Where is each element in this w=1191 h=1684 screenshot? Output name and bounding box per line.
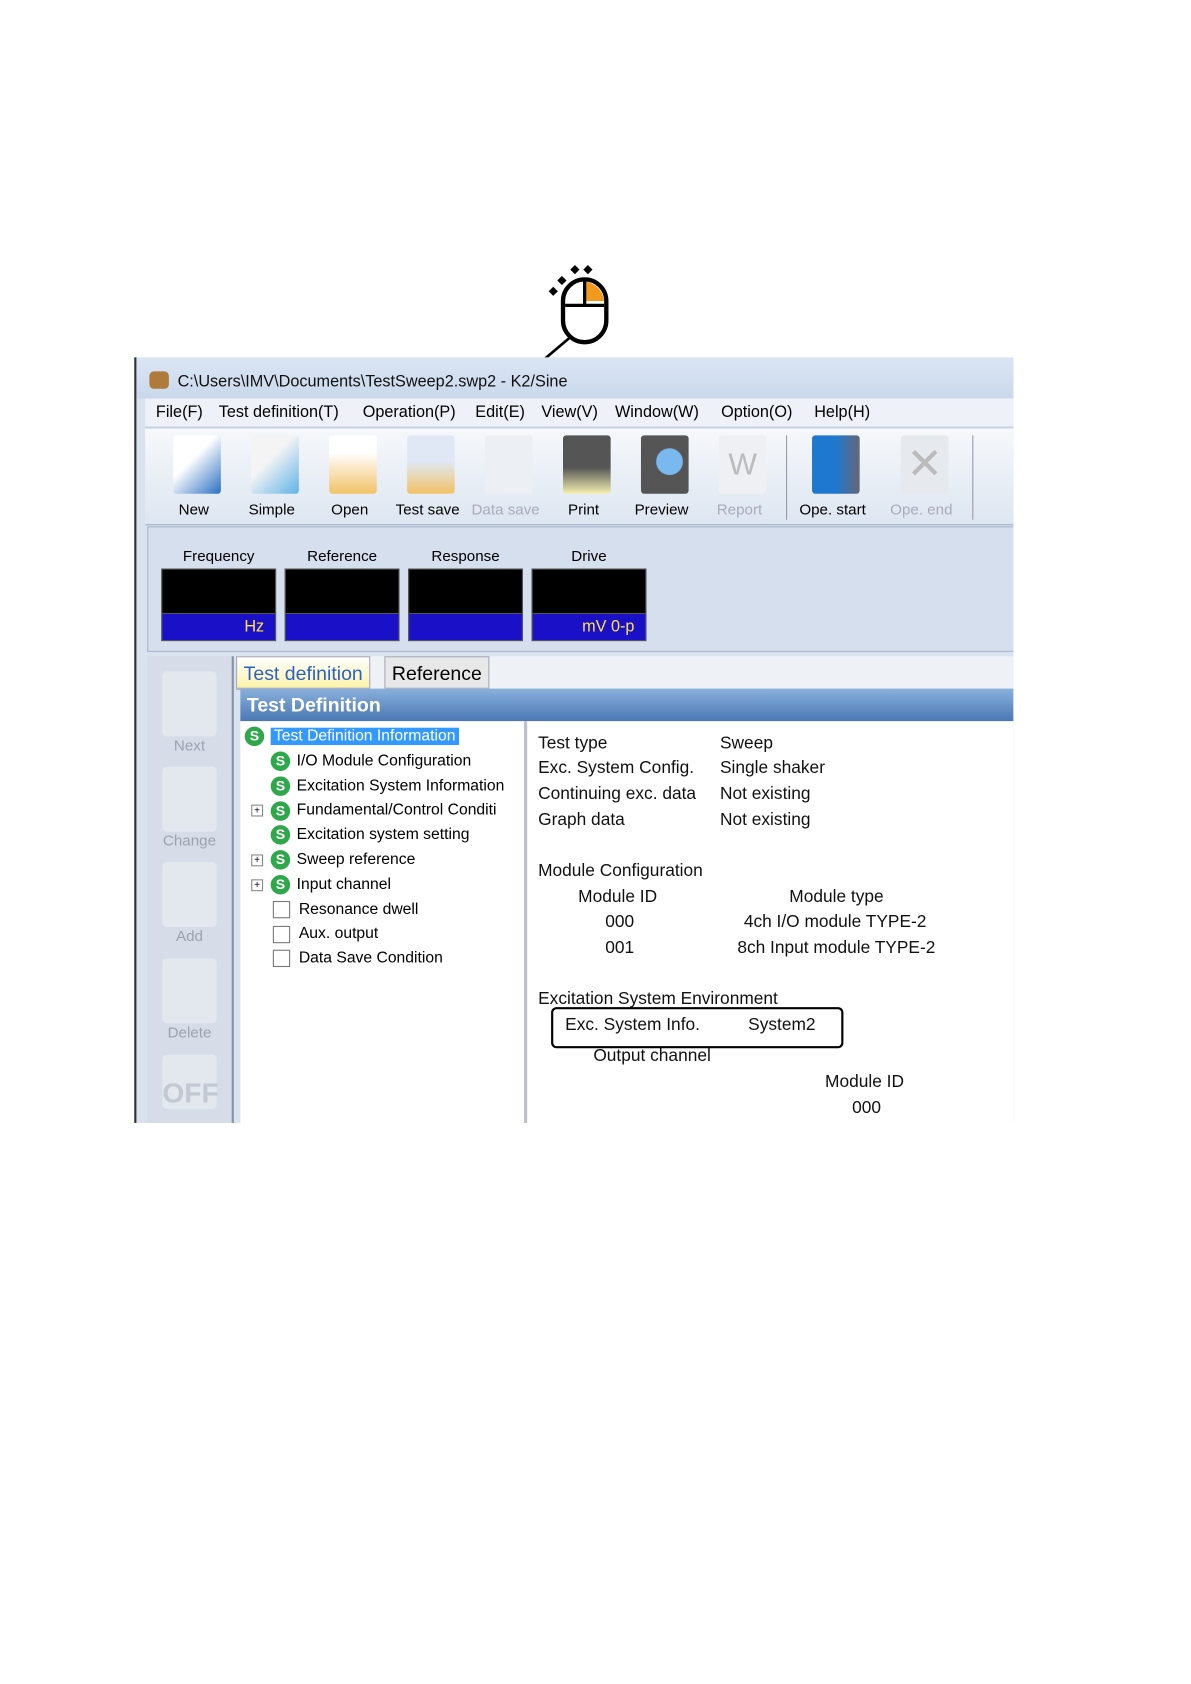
meter-display bbox=[408, 568, 523, 615]
status-ok-icon: S bbox=[270, 850, 291, 870]
meter-frequency: Frequency Hz bbox=[161, 527, 277, 642]
next-button[interactable]: Next bbox=[147, 671, 231, 754]
menu-test-definition[interactable]: Test definition(T) bbox=[219, 403, 339, 421]
definition-tree: S Test Definition Information S I/O Module … bbox=[240, 721, 528, 1123]
menu-view[interactable]: View(V) bbox=[541, 403, 598, 421]
down-arrow-icon bbox=[162, 671, 217, 737]
meter-display bbox=[531, 568, 647, 615]
tree-item-label: Input channel bbox=[296, 875, 391, 894]
plus-icon bbox=[162, 861, 217, 927]
menu-option[interactable]: Option(O) bbox=[721, 403, 792, 421]
change-button[interactable]: Change bbox=[147, 766, 231, 849]
simple-document-icon bbox=[251, 435, 299, 494]
app-icon bbox=[149, 371, 169, 389]
tree-item[interactable]: Aux. output bbox=[271, 922, 379, 946]
tree-item-label: I/O Module Configuration bbox=[296, 752, 472, 770]
add-button[interactable]: Add bbox=[147, 861, 231, 944]
printer-icon bbox=[563, 435, 611, 494]
checkbox-icon bbox=[272, 900, 291, 919]
tab-reference[interactable]: Reference bbox=[384, 656, 490, 689]
print-button[interactable]: Print bbox=[546, 433, 622, 522]
tab-bar: Test definition Reference bbox=[236, 656, 1014, 690]
open-folder-icon bbox=[329, 435, 377, 494]
checkbox-icon bbox=[272, 925, 291, 943]
tree-item[interactable]: S Test Definition Information bbox=[244, 724, 459, 748]
meter-panel: Frequency Hz Reference Response Drive mV 0… bbox=[147, 526, 1014, 652]
data-save-icon bbox=[485, 435, 533, 494]
word-report-icon: W bbox=[718, 435, 767, 494]
new-document-icon bbox=[173, 435, 221, 494]
tree-item-label: Sweep reference bbox=[296, 851, 416, 869]
tree-item-label: Aux. output bbox=[298, 925, 379, 943]
delete-x-icon bbox=[162, 958, 217, 1024]
meter-display bbox=[284, 568, 400, 615]
status-ok-icon: S bbox=[270, 800, 291, 821]
status-ok-icon: S bbox=[270, 874, 291, 895]
meter-display bbox=[161, 568, 277, 615]
tree-item[interactable]: Resonance dwell bbox=[271, 897, 419, 921]
new-button[interactable]: New bbox=[156, 433, 232, 522]
menu-operation[interactable]: Operation(P) bbox=[363, 403, 456, 421]
tree-item-label: Data Save Condition bbox=[298, 949, 443, 968]
menu-file[interactable]: File(F) bbox=[156, 403, 203, 421]
section-header: Test Definition bbox=[240, 688, 1014, 722]
menu-bar: File(F) Test definition(T) Operation(P) … bbox=[145, 398, 1014, 428]
test-save-button[interactable]: Test save bbox=[390, 433, 466, 522]
pencil-icon bbox=[162, 766, 217, 832]
data-save-button[interactable]: Data save bbox=[468, 433, 544, 522]
operation-start-button[interactable]: Ope. start bbox=[795, 433, 871, 522]
toolbar-separator bbox=[972, 435, 974, 520]
meter-drive: Drive mV 0-p bbox=[531, 527, 647, 642]
operation-end-button[interactable]: ✕ Ope. end bbox=[883, 433, 959, 522]
preview-icon bbox=[640, 435, 689, 494]
tree-item[interactable]: Data Save Condition bbox=[271, 947, 443, 971]
preview-button[interactable]: Preview bbox=[624, 433, 700, 522]
open-button[interactable]: Open bbox=[312, 433, 388, 522]
meter-reference: Reference bbox=[284, 527, 400, 642]
tree-item-label: Fundamental/Control Conditi bbox=[296, 801, 497, 820]
tree-item-label: Excitation system setting bbox=[296, 826, 470, 844]
toolbar-separator bbox=[786, 435, 788, 520]
report-button[interactable]: W Report bbox=[702, 433, 778, 522]
toolbar: New Simple Open Test save Data save Prin… bbox=[145, 428, 1014, 526]
title-bar: C:\Users\IMV\Documents\TestSweep2.swp2 -… bbox=[136, 357, 1014, 399]
tree-item-label: Resonance dwell bbox=[298, 900, 419, 918]
tree-item[interactable]: S I/O Module Configuration bbox=[270, 749, 472, 773]
operation-end-icon: ✕ bbox=[900, 435, 949, 494]
app-window: C:\Users\IMV\Documents\TestSweep2.swp2 -… bbox=[134, 357, 1014, 1123]
menu-edit[interactable]: Edit(E) bbox=[475, 403, 525, 421]
tree-item[interactable]: S Excitation system setting bbox=[270, 823, 470, 847]
menu-window[interactable]: Window(W) bbox=[615, 403, 699, 421]
tree-item[interactable]: + S Sweep reference bbox=[251, 848, 416, 872]
tree-item[interactable]: + S Fundamental/Control Conditi bbox=[251, 799, 497, 823]
status-ok-icon: S bbox=[270, 825, 291, 846]
test-save-icon bbox=[407, 435, 455, 494]
tree-item-label: Test Definition Information bbox=[270, 727, 459, 746]
status-ok-icon: S bbox=[270, 776, 291, 796]
side-toolbar: Next Change Add Delete OFF bbox=[147, 656, 234, 1123]
tree-item[interactable]: S Excitation System Information bbox=[270, 774, 505, 798]
operation-start-icon bbox=[812, 435, 860, 494]
expand-icon[interactable]: + bbox=[251, 805, 264, 817]
checkbox-icon bbox=[272, 950, 291, 968]
tab-test-definition[interactable]: Test definition bbox=[236, 656, 371, 689]
detail-panel: Test type Sweep Exc. System Config. Sing… bbox=[527, 721, 1014, 1123]
status-ok-icon: S bbox=[270, 751, 291, 771]
delete-button[interactable]: Delete bbox=[147, 958, 231, 1041]
simple-button[interactable]: Simple bbox=[234, 433, 310, 522]
off-icon: OFF bbox=[162, 1054, 219, 1109]
tree-item-label: Excitation System Information bbox=[296, 777, 505, 795]
off-button[interactable]: OFF bbox=[147, 1054, 231, 1109]
menu-help[interactable]: Help(H) bbox=[814, 403, 870, 421]
expand-icon[interactable]: + bbox=[251, 854, 264, 867]
meter-response: Response bbox=[408, 527, 523, 642]
tree-item[interactable]: + S Input channel bbox=[251, 873, 391, 897]
status-ok-icon: S bbox=[244, 726, 265, 747]
window-title: C:\Users\IMV\Documents\TestSweep2.swp2 -… bbox=[177, 372, 568, 391]
expand-icon[interactable]: + bbox=[251, 879, 264, 892]
